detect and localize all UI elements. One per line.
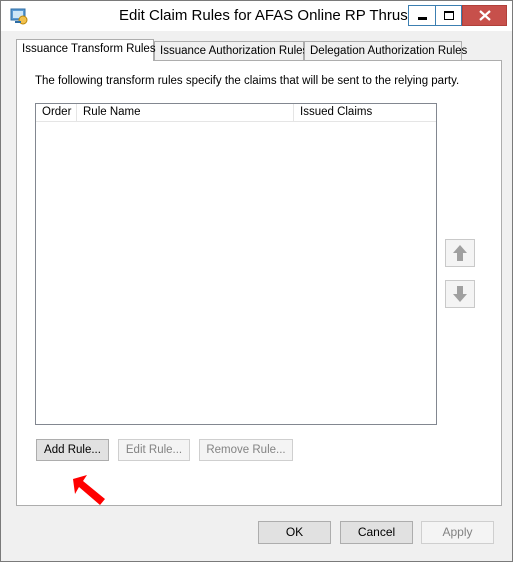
tab-label: Issuance Authorization Rules xyxy=(160,45,309,57)
arrow-down-icon xyxy=(453,286,467,302)
ok-button[interactable]: OK xyxy=(258,521,331,544)
tab-panel: The following transform rules specify th… xyxy=(16,60,502,506)
edit-rule-button[interactable]: Edit Rule... xyxy=(118,439,190,461)
add-rule-button[interactable]: Add Rule... xyxy=(36,439,109,461)
maximize-button[interactable] xyxy=(435,5,462,26)
minimize-button[interactable] xyxy=(408,5,435,26)
red-arrow-pointer-icon xyxy=(73,475,105,505)
close-icon xyxy=(478,10,491,21)
close-button[interactable] xyxy=(462,5,507,26)
column-header-rule-name[interactable]: Rule Name xyxy=(76,104,293,122)
maximize-icon xyxy=(443,11,454,20)
tab-delegation-authorization-rules[interactable]: Delegation Authorization Rules xyxy=(304,41,467,60)
remove-rule-button[interactable]: Remove Rule... xyxy=(199,439,293,461)
tab-issuance-authorization-rules[interactable]: Issuance Authorization Rules xyxy=(154,41,308,60)
cancel-button[interactable]: Cancel xyxy=(340,521,413,544)
minimize-icon xyxy=(417,17,427,20)
apply-button[interactable]: Apply xyxy=(421,521,494,544)
tab-label: Issuance Transform Rules xyxy=(22,43,156,55)
tab-issuance-transform-rules[interactable]: Issuance Transform Rules xyxy=(16,39,156,61)
panel-description: The following transform rules specify th… xyxy=(35,75,460,87)
move-up-button[interactable] xyxy=(445,239,475,267)
rules-list[interactable]: Order Rule Name Issued Claims xyxy=(35,103,437,425)
list-header: Order Rule Name Issued Claims xyxy=(36,104,436,122)
dialog-window: Edit Claim Rules for AFAS Online RP Thru… xyxy=(0,0,513,562)
arrow-up-icon xyxy=(453,245,467,261)
adfs-app-icon xyxy=(9,7,29,25)
column-header-issued-claims[interactable]: Issued Claims xyxy=(293,104,436,122)
column-header-order[interactable]: Order xyxy=(36,106,76,118)
tab-label: Delegation Authorization Rules xyxy=(310,45,468,57)
title-bar[interactable]: Edit Claim Rules for AFAS Online RP Thru… xyxy=(1,1,512,31)
window-title: Edit Claim Rules for AFAS Online RP Thru… xyxy=(119,7,412,24)
move-down-button[interactable] xyxy=(445,280,475,308)
